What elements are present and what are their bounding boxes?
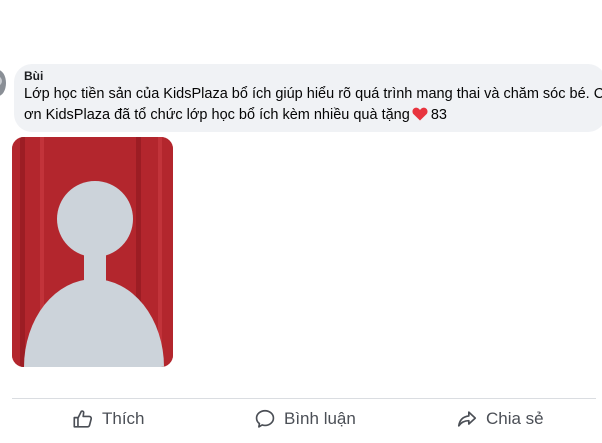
share-label: Chia sẻ bbox=[486, 409, 544, 428]
thumbs-up-icon bbox=[73, 410, 93, 428]
share-icon bbox=[457, 411, 477, 427]
like-label: Thích bbox=[102, 409, 145, 428]
comment-bubble: Bùi Lớp học tiền sản của KidsPlaza bổ íc… bbox=[14, 64, 602, 132]
comment-author[interactable]: Bùi bbox=[24, 69, 602, 84]
reaction-count[interactable]: 83 bbox=[431, 107, 447, 123]
comment-text-line-2: ơn KidsPlaza đã tổ chức lớp học bổ ích k… bbox=[24, 105, 602, 126]
avatar[interactable] bbox=[0, 70, 6, 96]
comment-photo[interactable] bbox=[12, 137, 173, 367]
comment-button[interactable]: Bình luận bbox=[254, 399, 356, 439]
action-bar: Thích Bình luận Chia sẻ bbox=[0, 399, 602, 443]
comment-text-line-2-content: ơn KidsPlaza đã tổ chức lớp học bổ ích k… bbox=[24, 107, 410, 123]
share-button[interactable]: Chia sẻ bbox=[456, 399, 544, 439]
comment-icon bbox=[255, 409, 275, 428]
comment-text-line-1: Lớp học tiền sản của KidsPlaza bổ ích gi… bbox=[24, 86, 602, 102]
like-button[interactable]: Thích bbox=[72, 399, 145, 439]
heart-icon[interactable] bbox=[412, 107, 428, 121]
comment-label: Bình luận bbox=[284, 409, 356, 428]
photo-placeholder bbox=[12, 137, 173, 367]
